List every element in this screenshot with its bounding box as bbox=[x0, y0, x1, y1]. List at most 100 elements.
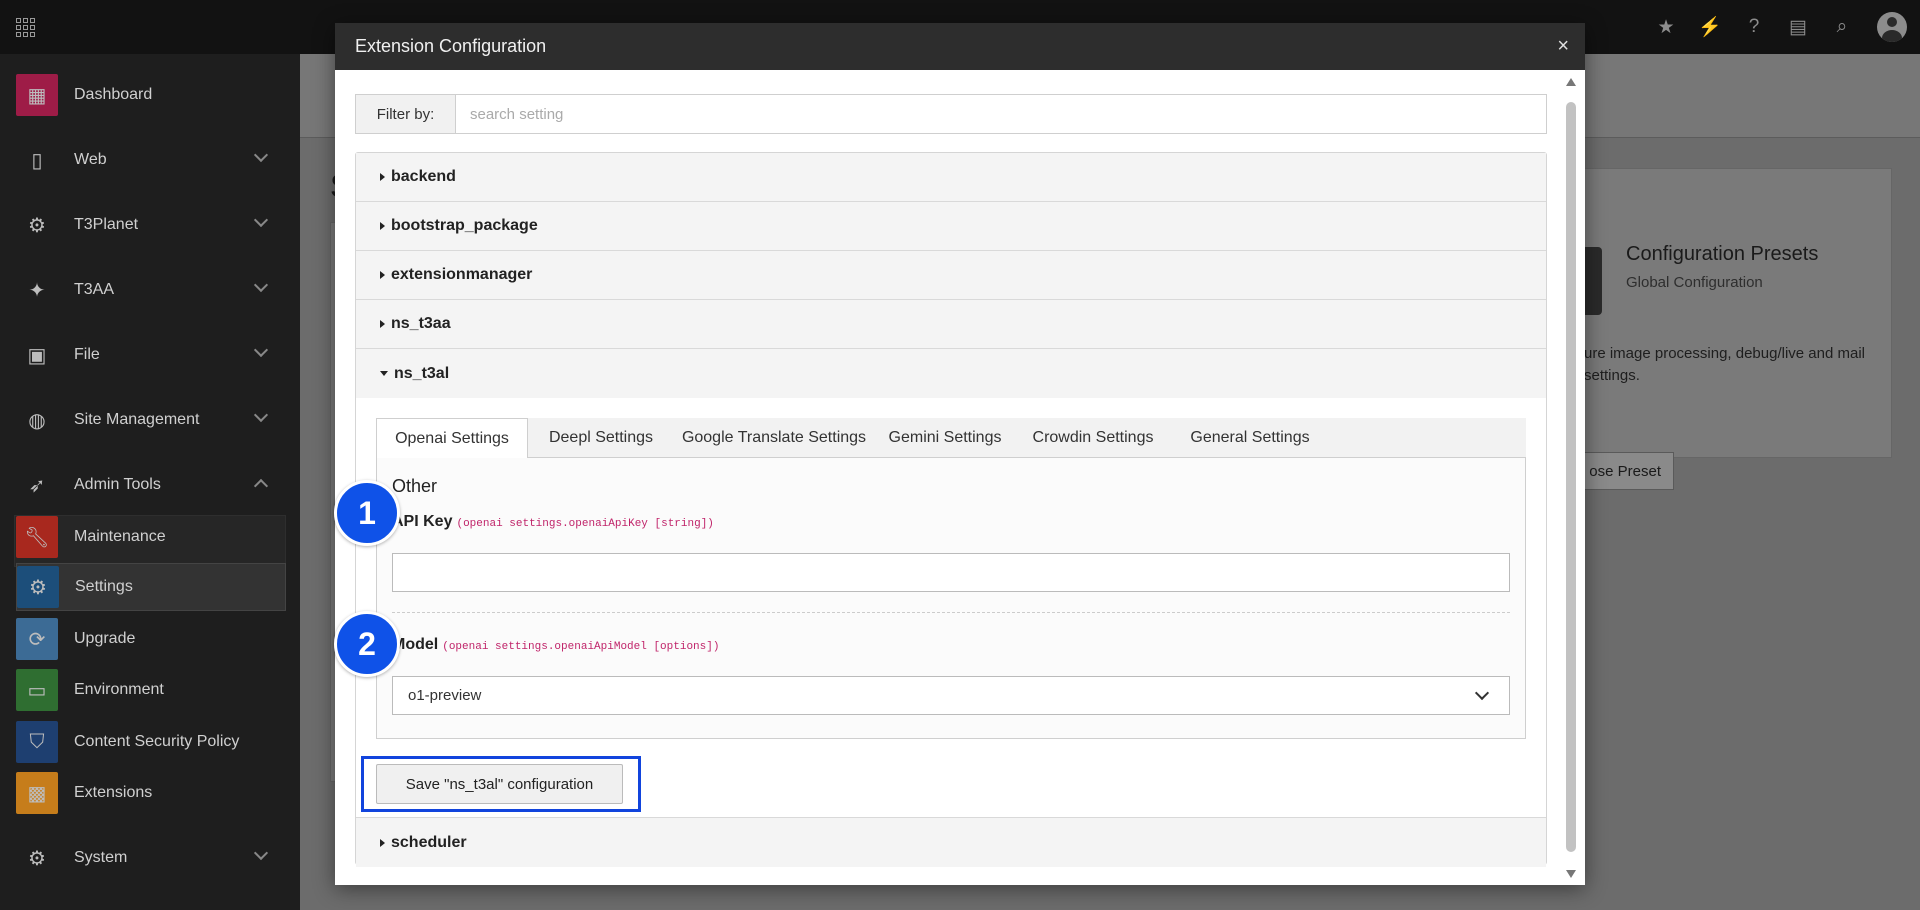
accordion-label: bootstrap_package bbox=[391, 217, 538, 234]
extension-accordion: backend bootstrap_package extensionmanag… bbox=[355, 152, 1547, 867]
chevron-up-icon bbox=[253, 478, 269, 494]
package-icon: ▩ bbox=[16, 772, 58, 814]
api-key-config-path: (openai settings.openaiApiKey [string]) bbox=[456, 518, 714, 530]
sidebar-item-settings[interactable]: ⚙ Settings bbox=[16, 563, 286, 611]
shield-icon: ⛉ bbox=[16, 721, 58, 763]
caret-right-icon bbox=[380, 838, 385, 847]
user-avatar-button[interactable] bbox=[1864, 0, 1920, 54]
configuration-presets-card bbox=[1570, 168, 1892, 458]
sidebar-item-label: Web bbox=[74, 151, 107, 168]
caret-down-icon bbox=[380, 371, 388, 376]
filter-label: Filter by: bbox=[356, 95, 456, 133]
api-key-label-text: API Key bbox=[392, 513, 453, 530]
scrollbar[interactable] bbox=[1565, 78, 1577, 878]
rocket-icon: ➶ bbox=[28, 474, 46, 497]
chevron-down-icon bbox=[253, 342, 269, 358]
modal-title: Extension Configuration bbox=[355, 36, 547, 56]
sidebar-item-web[interactable]: ▯ Web bbox=[16, 136, 286, 184]
chevron-down-icon bbox=[253, 845, 269, 861]
caret-right-icon bbox=[380, 173, 385, 181]
model-selected-value: o1-preview bbox=[408, 687, 482, 704]
accordion-label: ns_t3al bbox=[394, 364, 450, 382]
accordion-item-scheduler[interactable]: scheduler bbox=[356, 818, 1546, 867]
tab-openai-settings[interactable]: Openai Settings bbox=[376, 418, 528, 459]
sidebar-item-label: Site Management bbox=[74, 411, 200, 428]
chevron-down-icon bbox=[1474, 685, 1490, 701]
scrollbar-thumb[interactable] bbox=[1566, 102, 1576, 852]
presets-title: Configuration Presets bbox=[1626, 243, 1819, 265]
model-config-path: (openai settings.openaiApiModel [options… bbox=[442, 641, 720, 653]
sidebar-item-extensions[interactable]: ▩ Extensions bbox=[16, 769, 286, 817]
annotation-badge-2: 2 bbox=[334, 611, 400, 677]
flash-icon[interactable]: ⚡ bbox=[1688, 0, 1732, 54]
grid-icon bbox=[15, 17, 35, 37]
monitor-icon: ▭ bbox=[16, 669, 58, 711]
tab-general-settings[interactable]: General Settings bbox=[1170, 418, 1330, 458]
cog-icon: ⚙ bbox=[28, 847, 46, 870]
globe-icon: ◍ bbox=[28, 409, 46, 432]
api-key-label: API Key (openai settings.openaiApiKey [st… bbox=[392, 513, 714, 531]
app-launcher-button[interactable] bbox=[0, 0, 50, 54]
sidebar-item-label: Settings bbox=[75, 578, 133, 595]
sidebar-item-label: Environment bbox=[74, 681, 164, 698]
accordion-item-bootstrap-package[interactable]: bootstrap_package bbox=[356, 202, 1546, 251]
chevron-down-icon bbox=[253, 407, 269, 423]
tab-deepl-settings[interactable]: Deepl Settings bbox=[528, 418, 674, 458]
model-select[interactable]: o1-preview bbox=[392, 676, 1510, 715]
modal-header: Extension Configuration × bbox=[335, 23, 1585, 70]
sidebar-item-maintenance[interactable]: 🔧︎ Maintenance bbox=[16, 513, 286, 561]
presets-subtitle: Global Configuration bbox=[1626, 274, 1763, 291]
accordion-item-ns-t3al[interactable]: ns_t3al bbox=[356, 349, 1546, 398]
api-key-input[interactable] bbox=[392, 553, 1510, 592]
sidebar-item-upgrade[interactable]: ⟳ Upgrade bbox=[16, 615, 286, 663]
chevron-down-icon bbox=[253, 277, 269, 293]
accordion-item-ns-t3aa[interactable]: ns_t3aa bbox=[356, 300, 1546, 349]
sidebar-item-admin-tools[interactable]: ➶ Admin Tools bbox=[16, 461, 286, 509]
sidebar-item-label: Content Security Policy bbox=[74, 733, 240, 750]
accordion-label: extensionmanager bbox=[391, 266, 533, 283]
sidebar-item-label: Admin Tools bbox=[74, 476, 161, 493]
page-icon: ▯ bbox=[31, 149, 43, 172]
presets-description: ure image processing, debug/live and mai… bbox=[1584, 345, 1865, 384]
sidebar-item-dashboard[interactable]: ▦ Dashboard bbox=[16, 71, 286, 119]
scroll-down-icon[interactable] bbox=[1566, 870, 1576, 878]
sparkle-icon: ✦ bbox=[28, 279, 46, 302]
sidebar-item-label: File bbox=[74, 346, 100, 363]
sidebar-item-environment[interactable]: ▭ Environment bbox=[16, 666, 286, 714]
accordion-item-extensionmanager[interactable]: extensionmanager bbox=[356, 251, 1546, 300]
sidebar-item-content-security-policy[interactable]: ⛉ Content Security Policy bbox=[16, 718, 286, 766]
tab-gemini-settings[interactable]: Gemini Settings bbox=[874, 418, 1016, 458]
sidebar-item-label: Maintenance bbox=[74, 528, 166, 545]
extension-configuration-modal: Extension Configuration × Filter by: bac… bbox=[335, 23, 1585, 885]
caret-right-icon bbox=[380, 222, 385, 230]
tab-google-translate-settings[interactable]: Google Translate Settings bbox=[674, 418, 874, 458]
refresh-icon: ⟳ bbox=[16, 618, 58, 660]
sidebar-item-t3aa[interactable]: ✦ T3AA bbox=[16, 266, 286, 314]
search-icon[interactable]: ⌕ bbox=[1820, 0, 1864, 54]
tab-crowdin-settings[interactable]: Crowdin Settings bbox=[1016, 418, 1170, 458]
gear-icon: ⚙ bbox=[28, 214, 46, 237]
sidebar-item-t3planet[interactable]: ⚙ T3Planet bbox=[16, 201, 286, 249]
settings-tabs: Openai Settings Deepl Settings Google Tr… bbox=[376, 418, 1526, 459]
sidebar-item-label: Extensions bbox=[74, 784, 153, 801]
bookmark-star-icon[interactable]: ★ bbox=[1644, 0, 1688, 54]
scroll-up-icon[interactable] bbox=[1566, 78, 1576, 86]
openai-settings-panel: Other API Key (openai settings.openaiApiK… bbox=[376, 458, 1526, 739]
close-icon[interactable]: × bbox=[1557, 34, 1569, 58]
annotation-badge-1: 1 bbox=[334, 480, 400, 546]
caret-right-icon bbox=[380, 320, 385, 328]
sidebar-item-system[interactable]: ⚙ System bbox=[16, 834, 286, 882]
accordion-label: scheduler bbox=[391, 833, 467, 851]
accordion-item-backend[interactable]: backend bbox=[356, 153, 1546, 202]
help-icon[interactable]: ? bbox=[1732, 0, 1776, 54]
wrench-icon: 🔧︎ bbox=[16, 516, 58, 558]
search-setting-input[interactable] bbox=[456, 95, 1546, 133]
system-info-icon[interactable]: ▤ bbox=[1776, 0, 1820, 54]
settings-gear-icon: ⚙ bbox=[17, 566, 59, 608]
sidebar-item-site-management[interactable]: ◍ Site Management bbox=[16, 396, 286, 444]
image-icon: ▣ bbox=[27, 344, 47, 367]
sidebar-item-label: T3AA bbox=[74, 281, 115, 298]
save-configuration-button[interactable]: Save "ns_t3al" configuration bbox=[376, 764, 623, 804]
sidebar-item-file[interactable]: ▣ File bbox=[16, 331, 286, 379]
toolbar-icons: ★ ⚡ ? ▤ ⌕ bbox=[1644, 0, 1920, 54]
